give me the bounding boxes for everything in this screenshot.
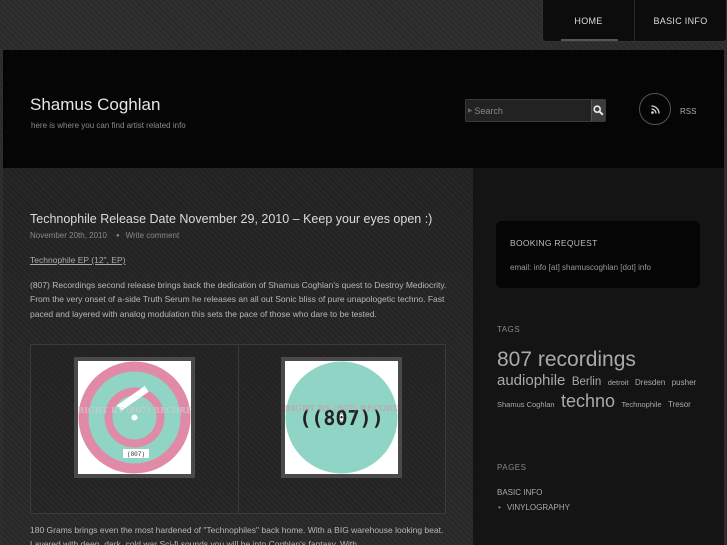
rss-icon — [650, 104, 660, 114]
gallery-cell: (807) COPYRIGHT BY (807) RECORDINGS — [31, 345, 238, 513]
tag-link[interactable]: Technophile — [622, 400, 662, 409]
nav-home[interactable]: HOME — [543, 0, 634, 41]
tag-link[interactable]: pusher — [672, 378, 696, 387]
top-nav: HOME BASIC INFO — [542, 0, 727, 42]
nav-home-label: HOME — [574, 15, 603, 26]
vinyl-record-image-a: (807) COPYRIGHT BY (807) RECORDINGS — [78, 361, 191, 474]
post-body-continued: 180 Grams brings even the most hardened … — [30, 525, 444, 545]
sidebar: BOOKING REQUEST email: info [at] shamusc… — [473, 168, 724, 545]
post-body: (807) Recordings second release brings b… — [30, 280, 447, 319]
vinyl-image[interactable]: (807) COPYRIGHT BY (807) RECORDINGS — [74, 357, 195, 478]
search-input[interactable] — [474, 100, 592, 121]
search-box: ▶ — [465, 99, 606, 122]
image-gallery: (807) COPYRIGHT BY (807) RECORDINGS ((80… — [30, 344, 446, 514]
vinyl-label-a: (807) — [127, 451, 145, 458]
main-content: Technophile Release Date November 29, 20… — [3, 168, 473, 545]
nav-basic-info-label: BASIC INFO — [653, 15, 708, 26]
post-meta: November 20th, 2010 ● Write comment — [30, 231, 179, 240]
page-link-vinylography[interactable]: VINYLOGRAPHY — [507, 503, 570, 512]
tag-link[interactable]: techno — [561, 391, 615, 411]
rss-link[interactable]: RSS — [680, 107, 696, 116]
tag-link[interactable]: Tresor — [668, 400, 691, 409]
page-link-basic-info[interactable]: BASIC INFO — [497, 488, 570, 497]
search-button[interactable] — [591, 100, 605, 121]
search-arrow-icon: ▶ — [467, 108, 473, 114]
site-title[interactable]: Shamus Coghlan — [30, 95, 160, 115]
search-icon — [593, 105, 604, 116]
write-comment-link[interactable]: Write comment — [126, 231, 180, 240]
nav-basic-info[interactable]: BASIC INFO — [634, 0, 726, 41]
booking-widget: BOOKING REQUEST email: info [at] shamusc… — [496, 221, 700, 288]
bullet-icon: • — [498, 503, 501, 512]
post-title[interactable]: Technophile Release Date November 29, 20… — [30, 212, 432, 226]
booking-title: BOOKING REQUEST — [510, 238, 598, 248]
tags-title: TAGS — [497, 325, 521, 334]
bullet-icon: ● — [115, 233, 120, 239]
ep-link[interactable]: Technophile EP (12", EP) — [30, 255, 125, 265]
tag-link[interactable]: Berlin — [572, 376, 601, 388]
rss-button[interactable] — [639, 93, 671, 125]
site-header: Shamus Coghlan here is where you can fin… — [3, 50, 724, 168]
page-link-vinylography-item: • VINYLOGRAPHY — [498, 503, 570, 512]
tag-link[interactable]: Shamus Coghlan — [497, 400, 555, 409]
tag-cloud: 807 recordings audiophile Berlin detroit… — [497, 348, 712, 412]
watermark-a: COPYRIGHT BY (807) RECORDINGS — [78, 405, 191, 415]
vinyl-record-image-b: ((807)) COPYRIGHT BY (807) RECORDINGS — [285, 361, 398, 474]
tag-link[interactable]: detroit — [608, 378, 629, 387]
booking-email: email: info [at] shamuscoghlan [dot] inf… — [510, 263, 651, 272]
vinyl-image[interactable]: ((807)) COPYRIGHT BY (807) RECORDINGS — [280, 357, 402, 478]
pages-title: PAGES — [497, 463, 527, 472]
post-date: November 20th, 2010 — [30, 231, 107, 240]
tag-link[interactable]: 807 recordings — [497, 348, 636, 371]
site-description: here is where you can find artist relate… — [31, 121, 186, 130]
watermark-b: COPYRIGHT BY (807) RECORDINGS — [285, 403, 398, 413]
pages-list: BASIC INFO • VINYLOGRAPHY — [497, 488, 570, 512]
gallery-cell: ((807)) COPYRIGHT BY (807) RECORDINGS — [237, 345, 446, 513]
tag-link[interactable]: Dresden — [635, 378, 665, 387]
tag-link[interactable]: audiophile — [497, 372, 565, 389]
